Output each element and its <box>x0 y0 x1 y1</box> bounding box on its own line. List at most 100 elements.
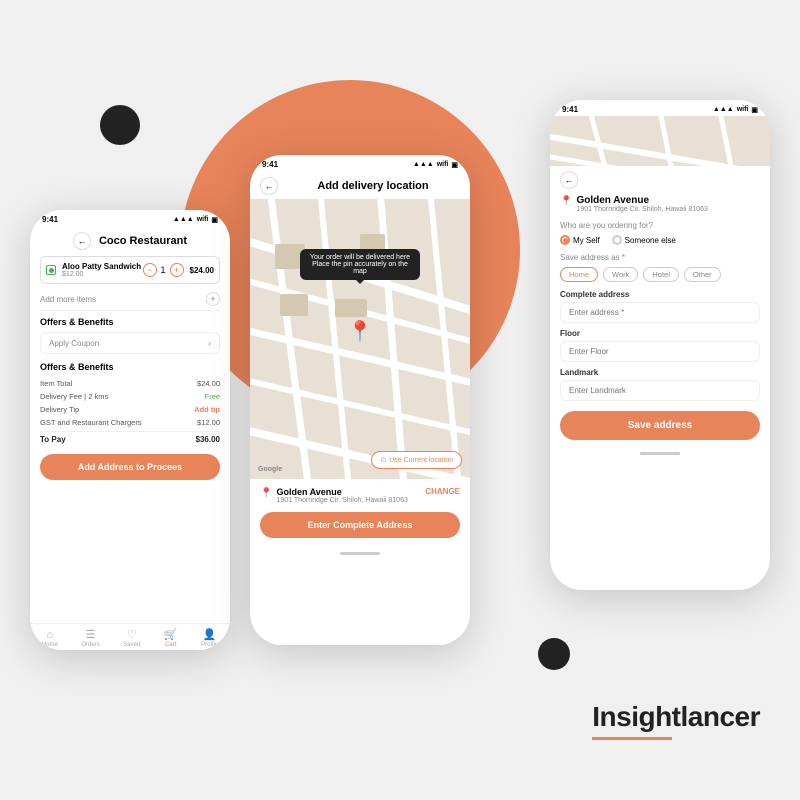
radio-myself-circle <box>560 235 570 245</box>
save-as-label: Save address as * <box>560 253 760 262</box>
ordering-for-label: Who are you ordering for? <box>560 221 760 230</box>
form-location-info: Golden Avenue 1901 Thornridge Cir. Shilo… <box>576 195 707 213</box>
map-peek <box>550 116 770 166</box>
coupon-row[interactable]: Apply Coupon › <box>40 332 220 354</box>
profile-icon: 👤 <box>203 628 217 641</box>
battery-icon-2: ▣ <box>451 161 458 169</box>
change-button[interactable]: CHANGE <box>425 487 460 496</box>
bill-item-label: Item Total <box>40 379 72 388</box>
home-icon: ⌂ <box>46 629 53 641</box>
floor-label: Floor <box>560 329 760 338</box>
signal-icon-3: ▲▲▲ <box>713 106 734 113</box>
use-location-button[interactable]: ⊙ Use Current location <box>371 451 462 469</box>
saved-icon: ♡ <box>127 628 137 641</box>
form-location-addr: 1901 Thornridge Cir. Shiloh, Hawaii 8106… <box>576 206 707 213</box>
bottom-nav: ⌂ Home ☰ Orders ♡ Saved 🛒 Cart 👤 Profile <box>30 623 230 650</box>
phone-cart: 9:41 ▲▲▲ wifi ▣ ← Coco Restaurant Aloo P… <box>30 210 230 650</box>
time-1: 9:41 <box>42 215 58 224</box>
time-3: 9:41 <box>562 105 578 114</box>
map-peek-svg <box>550 116 770 166</box>
wifi-icon-2: wifi <box>437 161 449 168</box>
bill-gst: GST and Restaurant Chargers $12.00 <box>40 416 220 429</box>
brand-underline <box>592 737 672 740</box>
map-pin: 📍 <box>348 319 373 344</box>
form-back-button[interactable]: ← <box>560 171 578 189</box>
signal-icon-2: ▲▲▲ <box>413 161 434 168</box>
bill-item-value: $24.00 <box>197 379 220 388</box>
home-indicator-2 <box>340 552 380 555</box>
nav-cart-label: Cart <box>165 642 176 648</box>
radio-someone-circle <box>612 235 622 245</box>
radio-myself[interactable]: My Self <box>560 235 600 245</box>
nav-cart[interactable]: 🛒 Cart <box>164 628 178 648</box>
decorative-dot-top <box>100 105 140 145</box>
bill-gst-label: GST and Restaurant Chargers <box>40 418 142 427</box>
map-back-button[interactable]: ← <box>260 177 278 195</box>
orders-icon: ☰ <box>86 628 96 641</box>
chevron-icon: › <box>208 338 211 348</box>
nav-saved-label: Saved <box>123 642 140 648</box>
nav-profile-label: Profile <box>201 642 218 648</box>
item-total: $24.00 <box>190 266 214 275</box>
increase-qty[interactable]: + <box>170 263 184 277</box>
map-header: ← Add delivery location <box>250 171 470 199</box>
landmark-label: Landmark <box>560 368 760 377</box>
status-icons-1: ▲▲▲ wifi ▣ <box>173 216 218 224</box>
bill-tip-label: Delivery Tip <box>40 405 79 414</box>
nav-profile[interactable]: 👤 Profile <box>201 628 218 648</box>
brand-name: Insightlancer <box>592 701 760 733</box>
enter-complete-address-button[interactable]: Enter Complete Address <box>260 512 460 538</box>
add-more-icon: + <box>206 292 220 306</box>
add-more-label: Add more items <box>40 295 96 304</box>
map-title: Add delivery location <box>286 180 460 192</box>
signal-icon: ▲▲▲ <box>173 216 194 223</box>
tag-hotel[interactable]: Hotel <box>643 267 679 282</box>
tag-home[interactable]: Home <box>560 267 598 282</box>
item-info: Aloo Patty Sandwich $12.00 <box>62 262 143 278</box>
veg-indicator <box>46 265 56 275</box>
nav-home-label: Home <box>42 642 58 648</box>
add-address-button[interactable]: Add Address to Procees <box>40 454 220 480</box>
form-location-icon: 📍 <box>560 196 572 207</box>
location-address: 1901 Thornridge Cir. Shiloh, Hawaii 8106… <box>276 497 425 504</box>
cart-content: ← Coco Restaurant Aloo Patty Sandwich $1… <box>30 226 230 490</box>
wifi-icon-3: wifi <box>737 106 749 113</box>
floor-input[interactable] <box>560 341 760 362</box>
bill-total: To Pay $36.00 <box>40 431 220 446</box>
decrease-qty[interactable]: − <box>143 263 157 277</box>
quantity-control: − 1 + <box>143 263 184 277</box>
back-button[interactable]: ← <box>73 232 91 250</box>
phone-map: 9:41 ▲▲▲ wifi ▣ ← Add delivery location <box>250 155 470 645</box>
tag-work[interactable]: Work <box>603 267 638 282</box>
bill-total-value: $36.00 <box>196 435 220 444</box>
radio-myself-label: My Self <box>573 236 600 245</box>
add-more-row[interactable]: Add more items + <box>40 288 220 311</box>
radio-someone-label: Someone else <box>625 236 676 245</box>
status-icons-3: ▲▲▲ wifi ▣ <box>713 106 758 114</box>
nav-home[interactable]: ⌂ Home <box>42 629 58 648</box>
location-target-icon: ⊙ <box>380 456 386 464</box>
battery-icon-3: ▣ <box>751 106 758 114</box>
phone-address-form: 9:41 ▲▲▲ wifi ▣ ← 📍 Golden Avenue 1901 T… <box>550 100 770 590</box>
cart-icon: 🛒 <box>164 628 178 641</box>
status-icons-2: ▲▲▲ wifi ▣ <box>413 161 458 169</box>
bill-item-total: Item Total $24.00 <box>40 377 220 390</box>
address-input[interactable] <box>560 302 760 323</box>
use-location-label: Use Current location <box>389 457 453 464</box>
radio-someone[interactable]: Someone else <box>612 235 676 245</box>
coupon-label: Apply Coupon <box>49 339 99 348</box>
home-indicator-3 <box>640 452 680 455</box>
map-area[interactable]: Your order will be delivered here Place … <box>250 199 470 479</box>
map-footer: 📍 Golden Avenue 1901 Thornridge Cir. Shi… <box>250 479 470 548</box>
tag-other[interactable]: Other <box>684 267 721 282</box>
save-as-tags: Home Work Hotel Other <box>560 267 760 282</box>
nav-saved[interactable]: ♡ Saved <box>123 628 140 648</box>
nav-orders-label: Orders <box>81 642 99 648</box>
status-bar-3: 9:41 ▲▲▲ wifi ▣ <box>550 100 770 116</box>
landmark-input[interactable] <box>560 380 760 401</box>
bill-tip-value[interactable]: Add tip <box>194 405 220 414</box>
nav-orders[interactable]: ☰ Orders <box>81 628 99 648</box>
item-price: $12.00 <box>62 271 143 278</box>
location-info: Golden Avenue 1901 Thornridge Cir. Shilo… <box>276 487 425 504</box>
save-address-button[interactable]: Save address <box>560 411 760 440</box>
